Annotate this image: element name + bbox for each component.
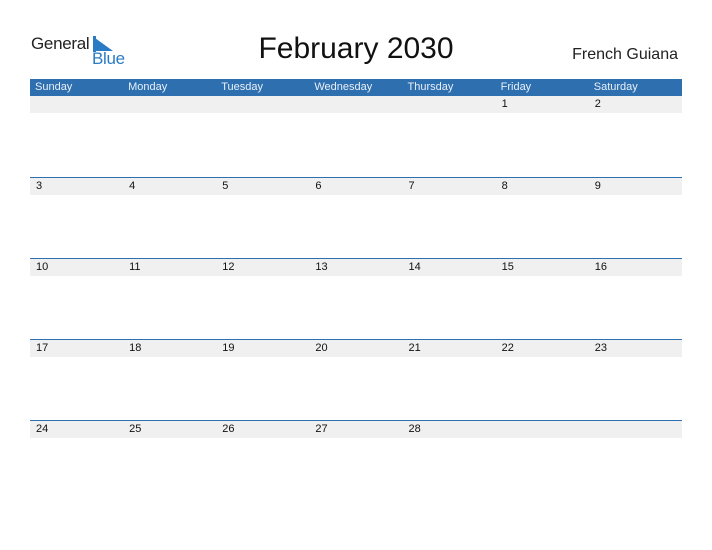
empty-day-cell (403, 96, 496, 113)
empty-day-cell (30, 96, 123, 113)
day-cell: 8 (501, 180, 508, 192)
day-cell: 10 (36, 261, 49, 273)
week-row: 17 18 19 20 21 22 23 (30, 339, 682, 420)
day-cell: 13 (315, 261, 328, 273)
day-cell: 1 (501, 98, 508, 110)
day-cell: 9 (594, 180, 601, 192)
weekday-friday: Friday (500, 81, 532, 93)
day-cell: 25 (129, 423, 142, 435)
weekday-thursday: Thursday (407, 81, 454, 93)
weekday-saturday: Saturday (593, 81, 638, 93)
day-cell: 11 (129, 261, 141, 273)
day-cell: 4 (129, 180, 136, 192)
day-cell: 12 (222, 261, 235, 273)
day-cell: 2 (594, 98, 601, 110)
day-cell: 18 (129, 342, 142, 354)
day-cell: 20 (315, 342, 328, 354)
week-row: 10 11 12 13 14 15 16 (30, 258, 682, 339)
empty-day-cell (216, 96, 309, 113)
day-cell: 15 (501, 261, 514, 273)
day-cell: 27 (315, 423, 328, 435)
empty-day-cell (589, 421, 682, 438)
day-cell: 5 (222, 180, 229, 192)
day-cell: 21 (408, 342, 421, 354)
day-cell: 16 (594, 261, 607, 273)
day-cell: 7 (408, 180, 415, 192)
date-strip: 12 (30, 96, 682, 113)
region-label: French Guiana (572, 46, 678, 63)
weekday-sunday: Sunday (35, 81, 73, 93)
day-cell: 24 (36, 423, 49, 435)
day-cell: 14 (408, 261, 421, 273)
date-strip: 24 25 26 27 28 (30, 421, 682, 438)
empty-day-cell (496, 421, 589, 438)
date-strip: 3 4 5 6 7 8 9 (30, 178, 682, 195)
day-cell: 28 (408, 423, 421, 435)
day-cell: 19 (222, 342, 235, 354)
day-cell: 26 (222, 423, 235, 435)
date-strip: 17 18 19 20 21 22 23 (30, 340, 682, 357)
week-row: 12 (30, 96, 682, 177)
day-cell: 6 (315, 180, 322, 192)
day-cell: 3 (36, 180, 43, 192)
weekday-wednesday: Wednesday (314, 81, 373, 93)
day-cell: 17 (36, 342, 49, 354)
calendar-grid: Sunday Monday Tuesday Wednesday Thursday… (30, 79, 682, 501)
weekday-monday: Monday (128, 81, 168, 93)
date-strip: 10 11 12 13 14 15 16 (30, 259, 682, 276)
day-cell: 23 (594, 342, 607, 354)
day-cell: 22 (501, 342, 514, 354)
empty-day-cell (309, 96, 402, 113)
weekday-tuesday: Tuesday (221, 81, 264, 93)
week-row: 24 25 26 27 28 (30, 420, 682, 501)
empty-day-cell (123, 96, 216, 113)
week-row: 3 4 5 6 7 8 9 (30, 177, 682, 258)
weekday-header: Sunday Monday Tuesday Wednesday Thursday… (30, 79, 682, 96)
